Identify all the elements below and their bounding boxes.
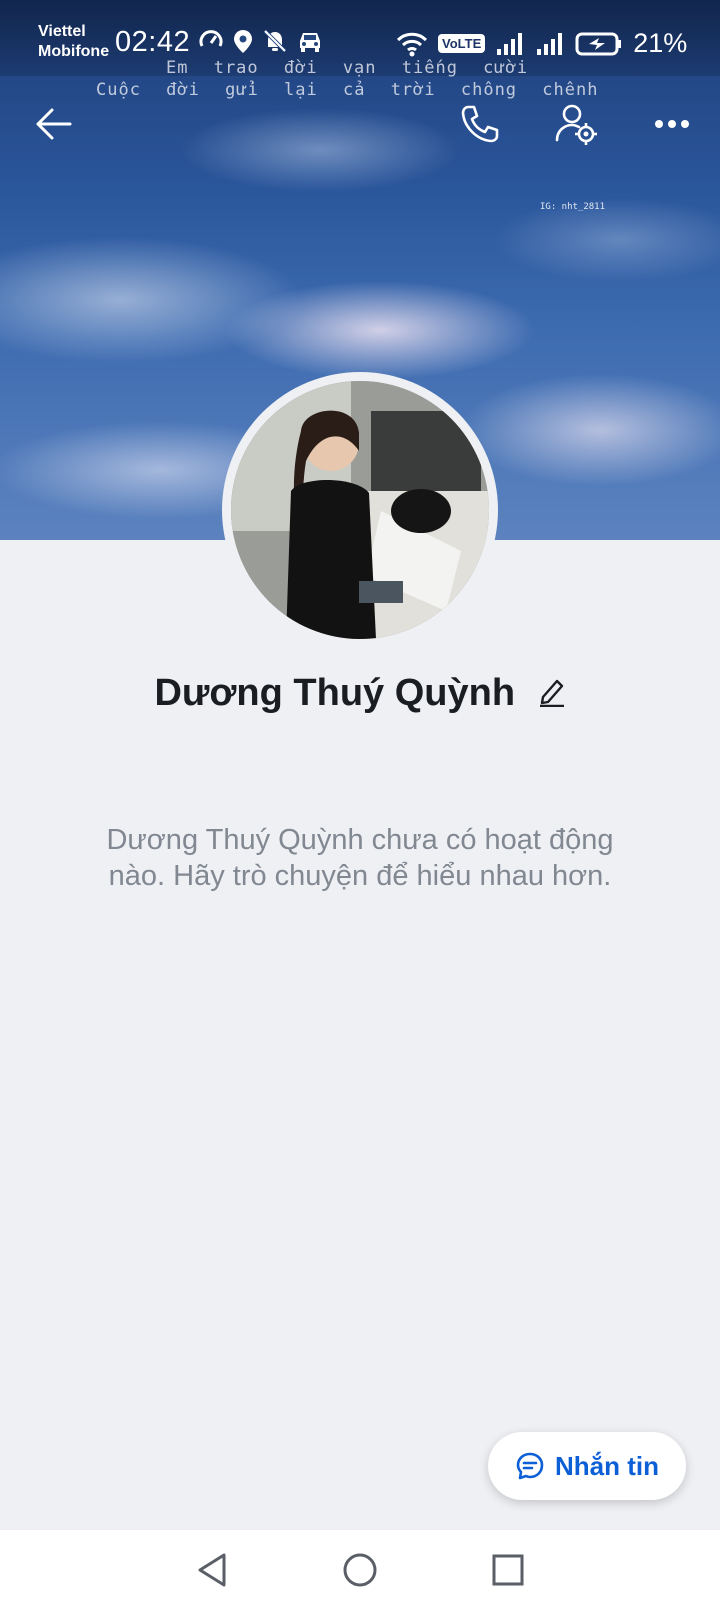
battery-percent: 21%	[633, 28, 688, 58]
system-nav-bar	[0, 1530, 720, 1610]
nav-recents-button[interactable]	[488, 1550, 528, 1590]
user-settings-icon	[555, 104, 597, 145]
volte-badge: VoLTE	[438, 34, 486, 53]
message-button[interactable]: Nhắn tin	[488, 1432, 686, 1500]
clock: 02:42	[115, 26, 191, 58]
arrow-left-icon	[36, 108, 72, 140]
battery-charging-icon	[575, 32, 622, 55]
status-icons-left	[198, 28, 324, 54]
cover-ig-tag: IG: nht_2811	[540, 202, 606, 212]
avatar-frame	[222, 372, 498, 648]
phone-icon	[461, 105, 499, 143]
nav-home-button[interactable]	[340, 1550, 380, 1590]
carrier-label: Viettel Mobifone	[38, 22, 109, 62]
nav-back-button[interactable]	[192, 1550, 232, 1590]
message-button-label: Nhắn tin	[555, 1450, 659, 1481]
signal-sim2-icon	[537, 32, 563, 55]
location-icon	[234, 30, 252, 53]
carrier-line1: Viettel	[38, 23, 86, 40]
cover-lyrics-line2: Cuộc đời gửi lại cả trời chông chênh	[96, 80, 599, 100]
profile-name: Dương Thuý Quỳnh	[154, 672, 516, 714]
edit-name-button[interactable]	[538, 675, 566, 712]
status-icons-right: VoLTE 21%	[396, 28, 687, 59]
speedometer-icon	[199, 30, 223, 47]
avatar-photo	[231, 381, 489, 639]
status-bar: Viettel Mobifone 02:42 VoLTE 21%	[0, 0, 720, 76]
more-button[interactable]	[644, 96, 700, 152]
triangle-back-icon	[198, 1553, 226, 1587]
mute-bell-icon	[263, 29, 287, 53]
wifi-icon	[396, 32, 428, 56]
signal-sim1-icon	[497, 32, 523, 55]
square-recents-icon	[492, 1554, 524, 1586]
empty-activity-message: Dương Thuý Quỳnh chưa có hoạt động nào. …	[106, 824, 614, 892]
avatar[interactable]	[231, 381, 489, 639]
chat-bubble-icon	[516, 1452, 544, 1480]
carrier-line2: Mobifone	[38, 43, 110, 60]
profile-name-row: Dương Thuý Quỳnh	[0, 672, 720, 715]
profile-settings-button[interactable]	[548, 96, 604, 152]
car-icon	[300, 33, 320, 52]
call-button[interactable]	[452, 96, 508, 152]
circle-home-icon	[343, 1553, 377, 1587]
back-button[interactable]	[26, 96, 82, 152]
pencil-icon	[539, 679, 564, 708]
more-dots-icon	[655, 120, 689, 128]
